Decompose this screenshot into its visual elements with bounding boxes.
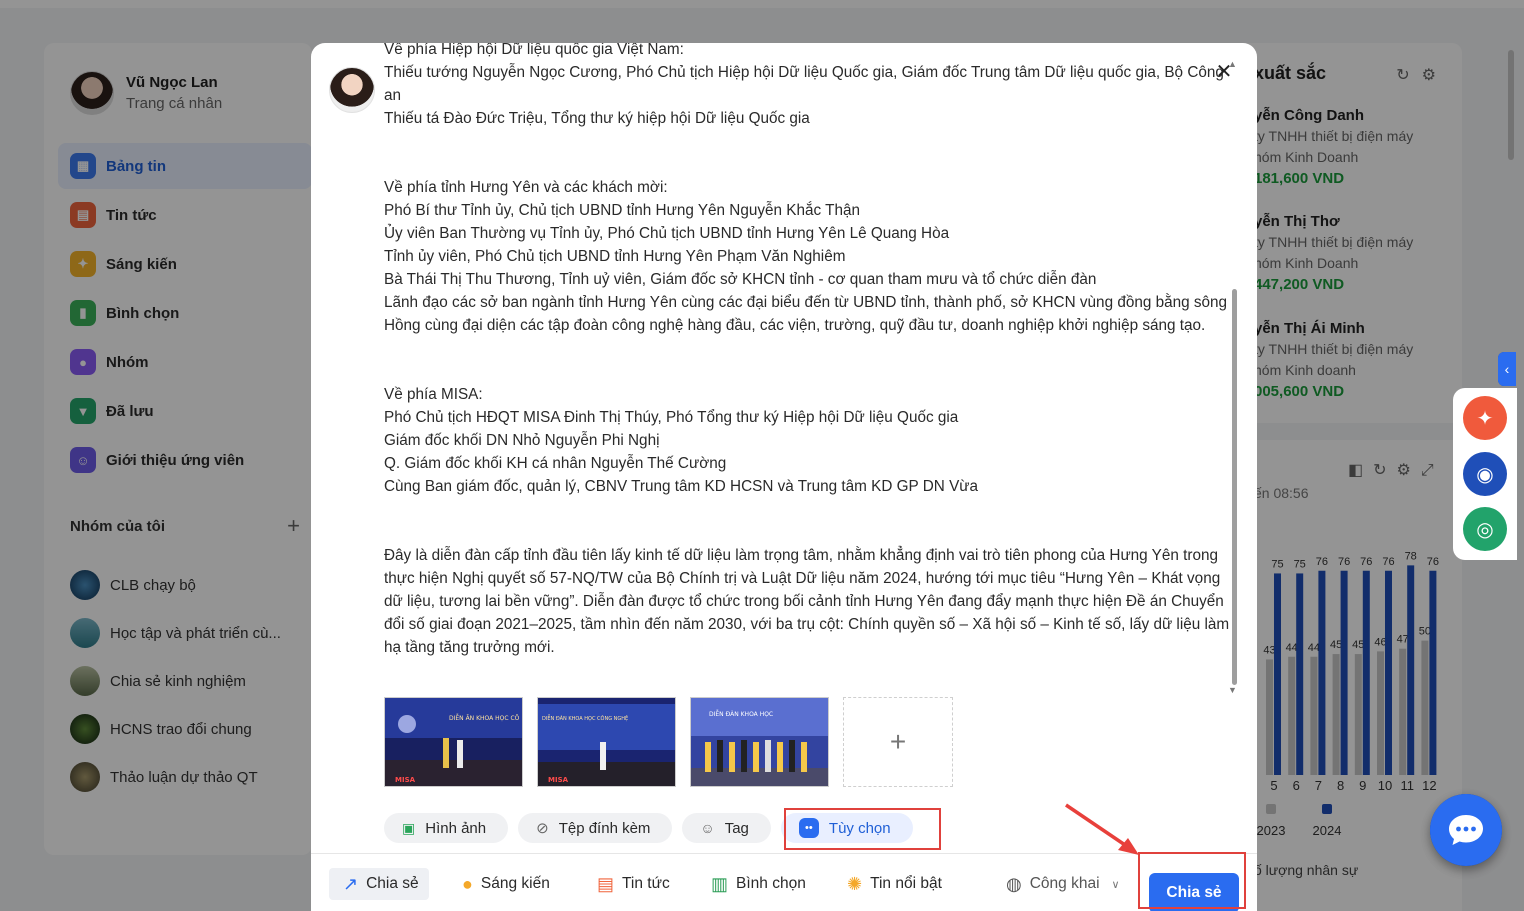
svg-text:MISA: MISA [548,776,569,784]
post-type-share[interactable]: ↗ Chia sẻ [329,868,429,900]
scroll-down-arrow[interactable]: ▼ [1228,685,1237,695]
post-paragraph: Ủy viên Ban Thường vụ Tỉnh ủy, Phó Chủ t… [384,225,950,242]
post-paragraph [384,337,1234,360]
attached-images: DIỄN ĀN KHOA HỌC CÔ MISA DIỄN ĐÀN KHOA H… [384,697,953,787]
globe-icon: ◍ [1006,873,1022,894]
image-icon: ▣ [402,819,416,836]
author-avatar [329,67,375,113]
post-paragraph [384,153,1234,176]
options-highlight-box [784,808,941,850]
post-paragraph: Tỉnh ủy viên, Phó Chủ tịch UBND tỉnh Hưn… [384,248,846,265]
ai-sparkle-icon[interactable]: ✦ [1463,396,1507,440]
chat-bot-icon[interactable]: ◎ [1463,507,1507,551]
post-type-poll[interactable]: ▥ Bình chọn [697,868,816,900]
post-type-news[interactable]: ▤ Tin tức [583,868,680,900]
edit-post-modal: Về phía Hiệp hội Dữ liệu quốc gia Việt N… [311,43,1257,911]
news-icon: ▤ [597,873,615,894]
scroll-up-arrow[interactable]: ▲ [1228,59,1237,69]
paperclip-icon: ⊘ [536,820,549,837]
poll-icon: ▥ [711,873,729,894]
post-paragraph: Phó Bí thư Tỉnh ủy, Chủ tịch UBND tỉnh H… [384,202,860,219]
assistant-dock-front: ✦ ◉ ◎ [1453,388,1517,560]
post-paragraph: Giám đốc khối DN Nhỏ Nguyễn Phi Nghị [384,432,660,449]
modal-scrollbar[interactable] [1232,289,1237,685]
bot-icon[interactable]: ◉ [1463,452,1507,496]
post-type-featured[interactable]: ✺ Tin nổi bật [833,868,952,900]
lightbulb-icon: ● [462,873,473,894]
collapse-dock-button-front[interactable]: ‹ [1498,352,1516,386]
tag-button[interactable]: ☺ Tag [682,813,771,843]
post-paragraph [384,360,1234,383]
post-paragraph: Về phía tỉnh Hưng Yên và các khách mời: [384,179,668,196]
post-paragraph: Q. Giám đốc khối KH cá nhân Nguyễn Thế C… [384,455,727,472]
post-paragraph: Thiếu tướng Nguyễn Ngọc Cương, Phó Chủ t… [384,64,1224,104]
post-paragraph: Bà Thái Thị Thu Thương, Tỉnh uỷ viên, Gi… [384,271,1097,288]
post-body-editor[interactable]: Về phía Hiệp hội Dữ liệu quốc gia Việt N… [384,43,1234,659]
post-paragraph: Về phía Hiệp hội Dữ liệu quốc gia Việt N… [384,43,684,58]
post-paragraph: Cùng Ban giám đốc, quản lý, CBNV Trung t… [384,478,979,495]
svg-text:MISA: MISA [395,776,416,784]
tag-user-icon: ☺ [700,820,715,836]
share-icon: ↗ [343,873,359,894]
event-photo[interactable]: DIỄN ĐÀN KHOA HỌC CÔNG NGHỆ MISA [537,697,676,787]
svg-text:DIỄN ĀN KHOA HỌC CÔ: DIỄN ĀN KHOA HỌC CÔ [449,714,520,722]
post-paragraph: Về phía MISA: [384,386,483,403]
event-photo[interactable]: DIỄN ĐÀN KHOA HỌC [690,697,829,787]
svg-text:DIỄN ĐÀN KHOA HỌC: DIỄN ĐÀN KHOA HỌC [709,710,773,718]
post-paragraph [384,498,1234,521]
attach-image-button[interactable]: ▣ Hình ảnh [384,813,509,843]
post-type-initiative[interactable]: ● Sáng kiến [448,868,560,900]
post-content-area[interactable]: Về phía Hiệp hội Dữ liệu quốc gia Việt N… [311,43,1241,698]
attach-file-button[interactable]: ⊘ Tệp đính kèm [518,813,673,843]
post-paragraph: Thiếu tá Đào Đức Triệu, Tổng thư ký hiệp… [384,110,810,127]
event-photo[interactable]: DIỄN ĀN KHOA HỌC CÔ MISA [384,697,523,787]
chevron-down-icon: ∨ [1111,878,1120,891]
post-paragraph [384,130,1234,153]
privacy-select[interactable]: ◍ Công khai ∨ [1006,868,1120,900]
share-highlight-box [1138,852,1246,909]
event-photo-2: DIỄN ĐÀN KHOA HỌC CÔNG NGHỆ MISA [538,698,675,786]
chat-fab-button-front[interactable] [1430,794,1502,866]
post-paragraph [384,521,1234,544]
post-paragraph: Phó Chủ tịch HĐQT MISA Đinh Thị Thúy, Ph… [384,409,959,426]
post-type-bar: ↗ Chia sẻ ● Sáng kiến ▤ Tin tức ▥ Bình c… [311,853,1257,911]
post-paragraph: Đây là diễn đàn cấp tỉnh đầu tiên lấy ki… [384,547,1230,656]
post-paragraph: Lãnh đạo các sở ban ngành tỉnh Hưng Yên … [384,294,1228,334]
chat-bubble-icon [1449,815,1483,845]
event-photo-1: DIỄN ĀN KHOA HỌC CÔ MISA [385,698,522,786]
megaphone-icon: ✺ [847,873,863,894]
add-image-button[interactable]: + [843,697,953,787]
event-photo-3: DIỄN ĐÀN KHOA HỌC [691,698,828,786]
chevron-left-icon: ‹ [1504,361,1510,377]
svg-text:DIỄN ĐÀN KHOA HỌC CÔNG NGHỆ: DIỄN ĐÀN KHOA HỌC CÔNG NGHỆ [542,714,628,722]
